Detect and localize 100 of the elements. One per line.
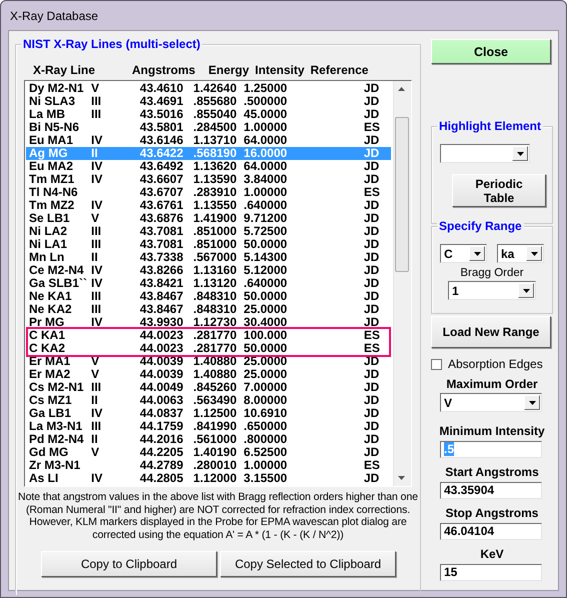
bragg-order-label: Bragg Order xyxy=(459,267,525,281)
energy-value: 1.13620 xyxy=(192,160,237,173)
line-name: La MB xyxy=(28,108,66,121)
list-row[interactable]: Ni LA2 III 43.7081 .851000 5.72500 JD xyxy=(26,225,391,238)
copy-to-clipboard-button[interactable]: Copy to Clipboard xyxy=(41,551,217,577)
angstrom-value: 43.4610 xyxy=(138,82,184,95)
angstrom-value: 44.0837 xyxy=(138,407,184,420)
angstrom-value: 44.2805 xyxy=(138,472,184,485)
intensity-value: 5.14300 xyxy=(242,251,288,264)
reference-code: JD xyxy=(362,303,380,316)
list-row[interactable]: Ne KA2 III 43.8467 .848310 25.0000 JD xyxy=(26,303,391,316)
list-row[interactable]: Er MA1 V 44.0039 1.40880 25.0000 JD xyxy=(26,355,391,368)
list-row[interactable]: Er MA2 V 44.0039 1.40880 25.0000 JD xyxy=(26,368,391,381)
reference-code: ES xyxy=(362,459,381,472)
periodic-table-button[interactable]: Periodic Table xyxy=(452,174,546,207)
line-name: Ga LB1 xyxy=(28,407,72,420)
list-row[interactable]: Eu MA1 IV 43.6146 1.13710 64.0000 JD xyxy=(26,134,391,147)
line-name: Gd MG xyxy=(28,446,70,459)
list-row[interactable]: La M3-N1 III 44.1759 .841990 .650000 JD xyxy=(26,420,391,433)
energy-value: 1.13160 xyxy=(192,264,237,277)
reference-code: JD xyxy=(362,394,380,407)
reference-code: ES xyxy=(362,121,381,134)
list-row[interactable]: La MB III 43.5016 .855040 45.0000 JD xyxy=(26,108,391,121)
list-row[interactable]: Ni SLA3 III 43.4691 .855680 .500000 JD xyxy=(26,95,391,108)
angstrom-value: 43.7081 xyxy=(138,238,184,251)
intensity-value: 50.0000 xyxy=(242,290,288,303)
line-dropdown[interactable]: ka xyxy=(497,244,544,263)
reference-code: ES xyxy=(362,186,381,199)
list-row[interactable]: Ce M2-N4 IV 43.8266 1.13160 5.12000 JD xyxy=(26,264,391,277)
x-ray-lines-list[interactable] xyxy=(24,80,412,487)
input-field[interactable]: 43.35904 xyxy=(440,482,542,499)
scrollbar[interactable] xyxy=(393,81,411,486)
list-row[interactable]: Tl N4-N6 43.6707 .283910 1.00000 ES xyxy=(26,186,391,199)
list-row[interactable]: Gd MG V 44.2205 1.40190 6.52500 JD xyxy=(26,446,391,459)
list-row[interactable]: Tm MZ1 IV 43.6607 1.13590 3.84000 JD xyxy=(26,173,391,186)
intensity-value: 64.0000 xyxy=(242,160,288,173)
checkbox-label: Absorption Edges xyxy=(448,357,543,371)
list-row[interactable]: Ga SLB1`` IV 43.8421 1.13120 .640000 JD xyxy=(26,277,391,290)
column-header: Angstroms xyxy=(132,63,196,77)
copy-selected-button[interactable]: Copy Selected to Clipboard xyxy=(220,551,396,577)
bragg-order: III xyxy=(91,303,102,316)
bragg-order: IV xyxy=(91,160,104,173)
intensity-value: 3.84000 xyxy=(242,173,288,186)
maximum-order-dropdown[interactable]: V xyxy=(440,393,542,412)
intensity-value: 5.72500 xyxy=(242,225,288,238)
angstrom-value: 43.6492 xyxy=(138,160,184,173)
list-row[interactable]: Pd M2-N4 II 44.2016 .561000 .800000 JD xyxy=(26,433,391,446)
list-row[interactable]: Tm MZ2 IV 43.6761 1.13550 .640000 JD xyxy=(26,199,391,212)
list-row[interactable]: Se LB1 V 43.6876 1.41900 9.71200 JD xyxy=(26,212,391,225)
angstrom-value: 43.4691 xyxy=(138,95,184,108)
column-header: Intensity xyxy=(255,63,304,77)
energy-value: 1.12730 xyxy=(192,316,237,329)
line-name: Bi N5-N6 xyxy=(28,121,80,134)
column-header: Energy xyxy=(208,63,250,77)
reference-code: JD xyxy=(362,407,380,420)
list-row[interactable]: Eu MA2 IV 43.6492 1.13620 64.0000 JD xyxy=(26,160,391,173)
angstrom-value: 44.0063 xyxy=(138,394,184,407)
scroll-down-icon[interactable] xyxy=(398,476,405,480)
element-dropdown[interactable] xyxy=(440,144,530,163)
angstrom-value: 44.2016 xyxy=(138,433,184,446)
reference-code: ES xyxy=(362,329,381,342)
list-row[interactable]: Bi N5-N6 43.5801 .284500 1.00000 ES xyxy=(26,121,391,134)
intensity-value: 7.00000 xyxy=(242,381,288,394)
list-row[interactable]: Pr MG IV 43.9930 1.12730 30.4000 JD xyxy=(26,316,391,329)
bragg-order: IV xyxy=(91,316,104,329)
scroll-thumb[interactable] xyxy=(395,117,409,272)
list-row[interactable]: Ne KA1 III 43.8467 .848310 50.0000 JD xyxy=(26,290,391,303)
line-name: As LI xyxy=(28,472,60,485)
list-row[interactable]: C KA1 44.0023 .281770 100.000 ES xyxy=(26,329,391,342)
reference-code: JD xyxy=(362,108,380,121)
input-field[interactable]: 46.04104 xyxy=(440,523,542,540)
list-row[interactable]: Ni LA1 III 43.7081 .851000 50.0000 JD xyxy=(26,238,391,251)
energy-value: .841990 xyxy=(192,420,237,433)
energy-value: 1.12500 xyxy=(192,407,237,420)
energy-value: 1.40880 xyxy=(192,355,237,368)
list-row[interactable]: Cs MZ1 II 44.0063 .563490 8.00000 JD xyxy=(26,394,391,407)
bragg-order: V xyxy=(91,355,100,368)
line-name: Mn Ln xyxy=(28,251,66,264)
list-row[interactable]: Mn Ln II 43.7338 .567000 5.14300 JD xyxy=(26,251,391,264)
element-dropdown[interactable]: C xyxy=(440,244,487,263)
list-row[interactable]: As LI IV 44.2805 1.12000 3.15500 JD xyxy=(26,472,391,485)
list-row[interactable]: Ga LB1 IV 44.0837 1.12500 10.6910 JD xyxy=(26,407,391,420)
intensity-value: 25.0000 xyxy=(242,303,288,316)
list-row[interactable]: Zr M3-N1 44.2789 .280010 1.00000 ES xyxy=(26,459,391,472)
list-row[interactable]: Dy M2-N1 V 43.4610 1.42640 1.25000 JD xyxy=(26,82,391,95)
reference-code: JD xyxy=(362,82,380,95)
input-field[interactable]: 15 xyxy=(440,564,542,581)
close-button[interactable]: Close xyxy=(431,39,551,64)
group-title: Specify Range xyxy=(437,219,524,233)
field-label: KeV xyxy=(479,547,505,561)
intensity-value: 30.4000 xyxy=(242,316,288,329)
scroll-up-icon[interactable] xyxy=(398,87,405,91)
intensity-value: .800000 xyxy=(242,433,288,446)
absorption-edges-checkbox[interactable] xyxy=(431,358,442,370)
intensity-value: 50.0000 xyxy=(242,238,288,251)
load-new-range-button[interactable]: Load New Range xyxy=(431,316,551,348)
bragg-order-dropdown[interactable]: 1 xyxy=(448,281,536,300)
list-row[interactable]: C KA2 44.0023 .281770 50.0000 ES xyxy=(26,342,391,355)
intensity-value: 50.0000 xyxy=(242,342,288,355)
list-row[interactable]: Cs M2-N1 III 44.0049 .845260 7.00000 JD xyxy=(26,381,391,394)
